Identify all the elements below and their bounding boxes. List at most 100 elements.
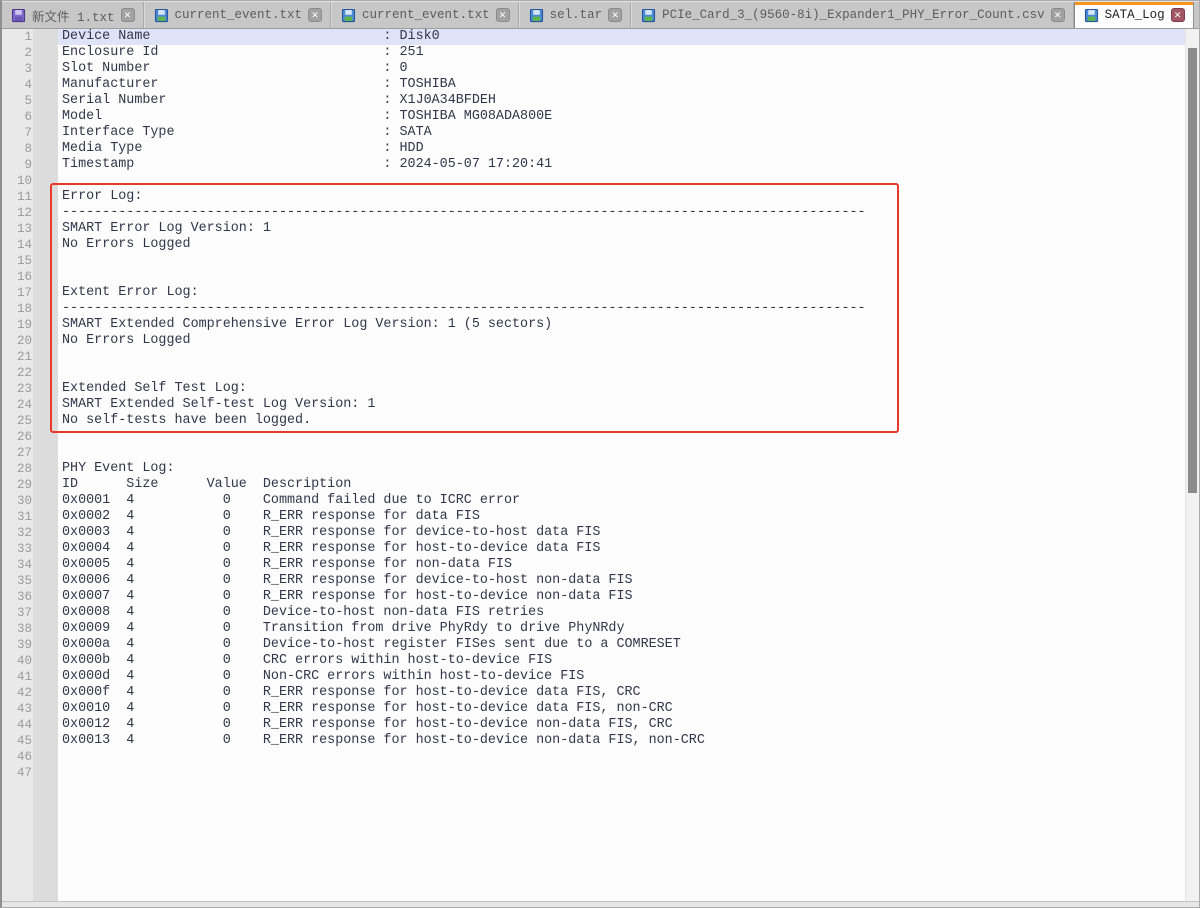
tab-sel-tar[interactable]: sel.tar ✕ xyxy=(519,2,632,28)
line-text[interactable]: 0x0009 4 0 Transition from drive PhyRdy … xyxy=(58,621,1199,637)
line-text[interactable]: 0x0010 4 0 R_ERR response for host-to-de… xyxy=(58,701,1199,717)
line-text[interactable]: Error Log: xyxy=(58,189,1199,205)
tab-1-txt[interactable]: 新文件 1.txt ✕ xyxy=(2,2,144,28)
editor-line: 27 xyxy=(2,445,1199,461)
floppy-disk-icon xyxy=(341,8,356,23)
editor-line: 34 0x0005 4 0 R_ERR response for non-dat… xyxy=(2,557,1199,573)
tab-close-icon[interactable]: ✕ xyxy=(608,8,622,22)
line-text[interactable]: 0x0008 4 0 Device-to-host non-data FIS r… xyxy=(58,605,1199,621)
line-text[interactable]: ----------------------------------------… xyxy=(58,205,1199,221)
editor-line: 15 xyxy=(2,253,1199,269)
tab-close-icon[interactable]: ✕ xyxy=(121,8,135,22)
line-number: 16 xyxy=(2,269,32,285)
line-text[interactable]: SMART Extended Comprehensive Error Log V… xyxy=(58,317,1199,333)
editor-line: 46 xyxy=(2,749,1199,765)
editor-line: 26 xyxy=(2,429,1199,445)
tab-current-event-txt[interactable]: current_event.txt ✕ xyxy=(144,2,332,28)
scrollbar-thumb[interactable] xyxy=(1188,48,1197,493)
line-text[interactable]: 0x0003 4 0 R_ERR response for device-to-… xyxy=(58,525,1199,541)
vertical-scrollbar[interactable] xyxy=(1185,29,1199,901)
editor-line: 41 0x000d 4 0 Non-CRC errors within host… xyxy=(2,669,1199,685)
line-text[interactable]: 0x0007 4 0 R_ERR response for host-to-de… xyxy=(58,589,1199,605)
line-text[interactable]: Media Type : HDD xyxy=(58,141,1199,157)
floppy-disk-icon xyxy=(529,8,544,23)
tab-label: PCIe_Card_3_(9560-8i)_Expander1_PHY_Erro… xyxy=(662,8,1045,22)
floppy-disk-icon xyxy=(11,8,26,23)
line-number: 23 xyxy=(2,381,32,397)
line-text[interactable] xyxy=(58,173,1199,189)
line-number: 1 xyxy=(2,29,32,45)
line-text[interactable]: Device Name : Disk0 xyxy=(58,29,1199,45)
line-text[interactable]: 0x0002 4 0 R_ERR response for data FIS xyxy=(58,509,1199,525)
editor-line: 5 Serial Number : X1J0A34BFDEH xyxy=(2,93,1199,109)
editor-window: 新文件 1.txt ✕ current_event.txt ✕ current_… xyxy=(0,0,1200,908)
line-text[interactable]: Timestamp : 2024-05-07 17:20:41 xyxy=(58,157,1199,173)
line-text[interactable] xyxy=(58,765,1199,781)
line-text[interactable]: Interface Type : SATA xyxy=(58,125,1199,141)
line-number: 38 xyxy=(2,621,32,637)
line-number: 37 xyxy=(2,605,32,621)
line-text[interactable] xyxy=(58,253,1199,269)
line-text[interactable]: SMART Extended Self-test Log Version: 1 xyxy=(58,397,1199,413)
floppy-disk-icon xyxy=(1084,8,1099,23)
editor-line: 14 No Errors Logged xyxy=(2,237,1199,253)
line-text[interactable]: PHY Event Log: xyxy=(58,461,1199,477)
tab-current-event-txt[interactable]: current_event.txt ✕ xyxy=(331,2,519,28)
tab-close-icon[interactable]: ✕ xyxy=(1051,8,1065,22)
tab-close-icon[interactable]: ✕ xyxy=(1171,8,1185,22)
line-text[interactable]: Slot Number : 0 xyxy=(58,61,1199,77)
line-text[interactable] xyxy=(58,349,1199,365)
editor-line: 20 No Errors Logged xyxy=(2,333,1199,349)
line-number: 9 xyxy=(2,157,32,173)
line-text[interactable] xyxy=(58,445,1199,461)
line-text[interactable]: Extended Self Test Log: xyxy=(58,381,1199,397)
editor-line: 28 PHY Event Log: xyxy=(2,461,1199,477)
tab-sata-log[interactable]: SATA_Log ✕ xyxy=(1074,2,1194,28)
editor-line: 32 0x0003 4 0 R_ERR response for device-… xyxy=(2,525,1199,541)
line-text[interactable]: No Errors Logged xyxy=(58,333,1199,349)
editor-line: 29 ID Size Value Description xyxy=(2,477,1199,493)
tab-bar: 新文件 1.txt ✕ current_event.txt ✕ current_… xyxy=(2,1,1199,29)
line-text[interactable]: Enclosure Id : 251 xyxy=(58,45,1199,61)
editor-line: 8 Media Type : HDD xyxy=(2,141,1199,157)
line-number: 28 xyxy=(2,461,32,477)
tab-close-icon[interactable]: ✕ xyxy=(308,8,322,22)
line-text[interactable]: 0x0013 4 0 R_ERR response for host-to-de… xyxy=(58,733,1199,749)
line-text[interactable] xyxy=(58,269,1199,285)
line-text[interactable]: No self-tests have been logged. xyxy=(58,413,1199,429)
line-text[interactable] xyxy=(58,749,1199,765)
window-bottom-edge xyxy=(2,901,1199,907)
line-text[interactable]: ----------------------------------------… xyxy=(58,301,1199,317)
editor-line: 39 0x000a 4 0 Device-to-host register FI… xyxy=(2,637,1199,653)
tab-pcie-card-3-9560-8i-expander1-phy-error-count-csv[interactable]: PCIe_Card_3_(9560-8i)_Expander1_PHY_Erro… xyxy=(631,2,1074,28)
line-text[interactable]: Extent Error Log: xyxy=(58,285,1199,301)
line-text[interactable] xyxy=(58,365,1199,381)
line-number: 40 xyxy=(2,653,32,669)
editor-line: 1 Device Name : Disk0 xyxy=(2,29,1199,45)
line-text[interactable]: 0x0005 4 0 R_ERR response for non-data F… xyxy=(58,557,1199,573)
line-text[interactable]: 0x0012 4 0 R_ERR response for host-to-de… xyxy=(58,717,1199,733)
line-text[interactable]: 0x0004 4 0 R_ERR response for host-to-de… xyxy=(58,541,1199,557)
line-text[interactable]: 0x0006 4 0 R_ERR response for device-to-… xyxy=(58,573,1199,589)
line-text[interactable]: SMART Error Log Version: 1 xyxy=(58,221,1199,237)
tab-close-icon[interactable]: ✕ xyxy=(496,8,510,22)
editor-line: 4 Manufacturer : TOSHIBA xyxy=(2,77,1199,93)
line-text[interactable]: 0x000d 4 0 Non-CRC errors within host-to… xyxy=(58,669,1199,685)
line-number: 2 xyxy=(2,45,32,61)
line-text[interactable]: Serial Number : X1J0A34BFDEH xyxy=(58,93,1199,109)
line-number: 44 xyxy=(2,717,32,733)
line-text[interactable]: No Errors Logged xyxy=(58,237,1199,253)
line-text[interactable]: ID Size Value Description xyxy=(58,477,1199,493)
line-text[interactable]: 0x0001 4 0 Command failed due to ICRC er… xyxy=(58,493,1199,509)
line-text[interactable]: 0x000b 4 0 CRC errors within host-to-dev… xyxy=(58,653,1199,669)
line-number: 12 xyxy=(2,205,32,221)
editor-area[interactable]: 1 Device Name : Disk0 2 Enclosure Id : 2… xyxy=(2,29,1199,901)
line-number: 42 xyxy=(2,685,32,701)
line-text[interactable]: 0x000a 4 0 Device-to-host register FISes… xyxy=(58,637,1199,653)
editor-line: 30 0x0001 4 0 Command failed due to ICRC… xyxy=(2,493,1199,509)
line-text[interactable]: 0x000f 4 0 R_ERR response for host-to-de… xyxy=(58,685,1199,701)
line-text[interactable]: Model : TOSHIBA MG08ADA800E xyxy=(58,109,1199,125)
line-text[interactable]: Manufacturer : TOSHIBA xyxy=(58,77,1199,93)
line-text[interactable] xyxy=(58,429,1199,445)
editor-line: 42 0x000f 4 0 R_ERR response for host-to… xyxy=(2,685,1199,701)
